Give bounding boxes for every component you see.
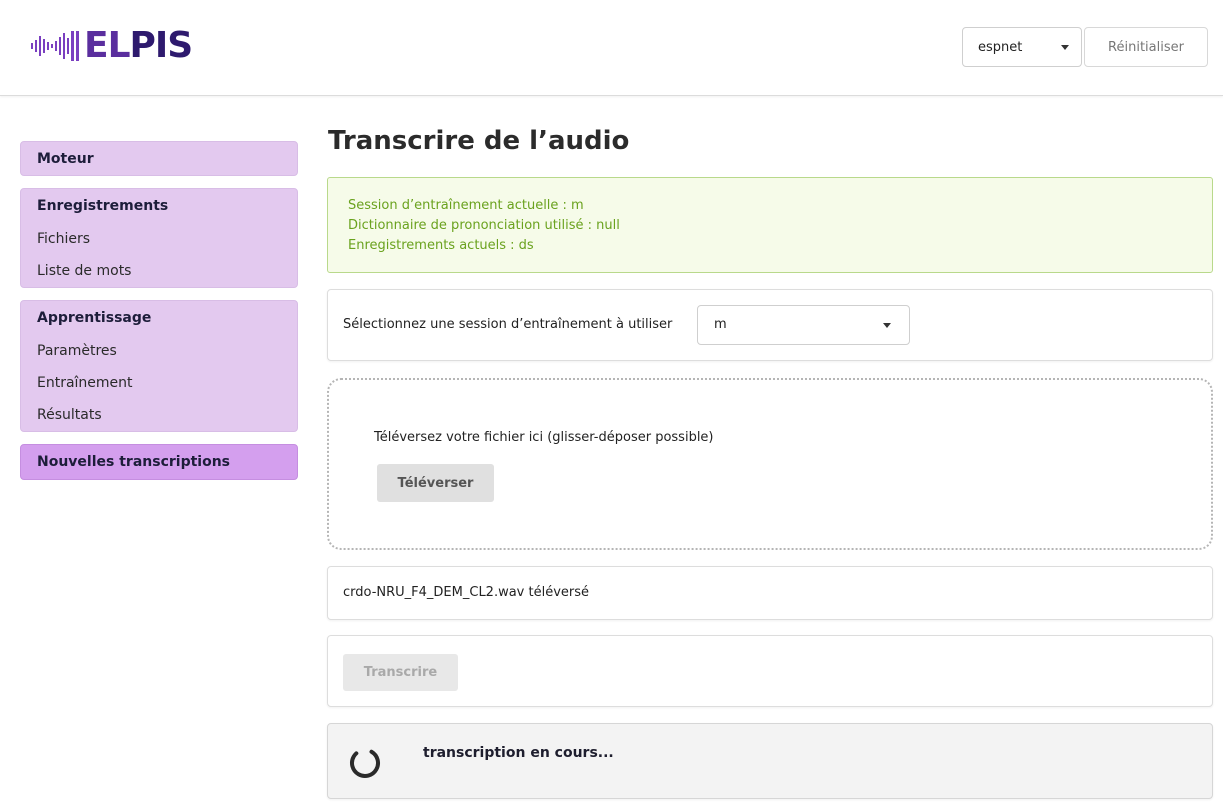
sidebar-item-entrainement[interactable]: Entraînement xyxy=(21,367,297,399)
uploaded-file-status: crdo-NRU_F4_DEM_CL2.wav téléversé xyxy=(343,585,590,600)
app-header: ELPIS espnet Réinitialiser xyxy=(0,0,1223,96)
transcription-progress-panel: transcription en cours... xyxy=(327,723,1213,799)
session-select-value: m xyxy=(714,317,727,332)
logo-text-el: EL xyxy=(84,25,131,66)
sidebar-group-moteur: Moteur xyxy=(20,141,298,176)
session-select-label: Sélectionnez une session d’entraînement … xyxy=(343,317,673,332)
loading-spinner-icon xyxy=(350,748,380,778)
page-title: Transcrire de l’audio xyxy=(328,126,630,156)
elpis-logo[interactable]: ELPIS xyxy=(30,25,194,66)
engine-select[interactable]: espnet xyxy=(962,27,1082,67)
sidebar-item-moteur[interactable]: Moteur xyxy=(21,142,297,176)
session-info-message: Session d’entraînement actuelle : m Dict… xyxy=(327,177,1213,273)
info-current-recordings: Enregistrements actuels : ds xyxy=(348,238,534,253)
logo-wordmark: ELPIS xyxy=(84,25,194,66)
sidebar-item-resultats[interactable]: Résultats xyxy=(21,399,297,431)
file-dropzone[interactable]: Téléversez votre fichier ici (glisser-dé… xyxy=(327,378,1213,550)
info-current-session: Session d’entraînement actuelle : m xyxy=(348,198,584,213)
transcribe-button[interactable]: Transcrire xyxy=(343,654,458,691)
sidebar-item-apprentissage[interactable]: Apprentissage xyxy=(21,301,297,335)
uploaded-file-panel: crdo-NRU_F4_DEM_CL2.wav téléversé xyxy=(327,566,1213,620)
engine-select-value: espnet xyxy=(978,39,1023,55)
dropzone-instructions: Téléversez votre fichier ici (glisser-dé… xyxy=(374,430,714,445)
upload-button[interactable]: Téléverser xyxy=(377,464,494,502)
reset-button[interactable]: Réinitialiser xyxy=(1084,27,1208,67)
audio-waveform-icon xyxy=(31,31,79,61)
sidebar-item-fichiers[interactable]: Fichiers xyxy=(21,223,297,255)
sidebar-group-enregistrements: Enregistrements Fichiers Liste de mots xyxy=(20,188,298,288)
sidebar-item-enregistrements[interactable]: Enregistrements xyxy=(21,189,297,223)
info-pronunciation-dictionary: Dictionnaire de prononciation utilisé : … xyxy=(348,218,620,233)
sidebar-nav: Moteur Enregistrements Fichiers Liste de… xyxy=(20,141,298,492)
transcribe-panel: Transcrire xyxy=(327,635,1213,707)
sidebar-item-liste-de-mots[interactable]: Liste de mots xyxy=(21,255,297,287)
session-select[interactable]: m xyxy=(697,305,910,345)
logo-text-pis: PIS xyxy=(129,25,194,66)
sidebar-item-parametres[interactable]: Paramètres xyxy=(21,335,297,367)
transcription-status-text: transcription en cours... xyxy=(423,745,614,761)
caret-down-icon xyxy=(883,323,891,328)
sidebar-group-nouvelles-transcriptions: Nouvelles transcriptions xyxy=(20,444,298,480)
session-select-panel: Sélectionnez une session d’entraînement … xyxy=(327,289,1213,361)
caret-down-icon xyxy=(1061,45,1069,50)
sidebar-item-nouvelles-transcriptions[interactable]: Nouvelles transcriptions xyxy=(21,445,297,479)
sidebar-group-apprentissage: Apprentissage Paramètres Entraînement Ré… xyxy=(20,300,298,432)
